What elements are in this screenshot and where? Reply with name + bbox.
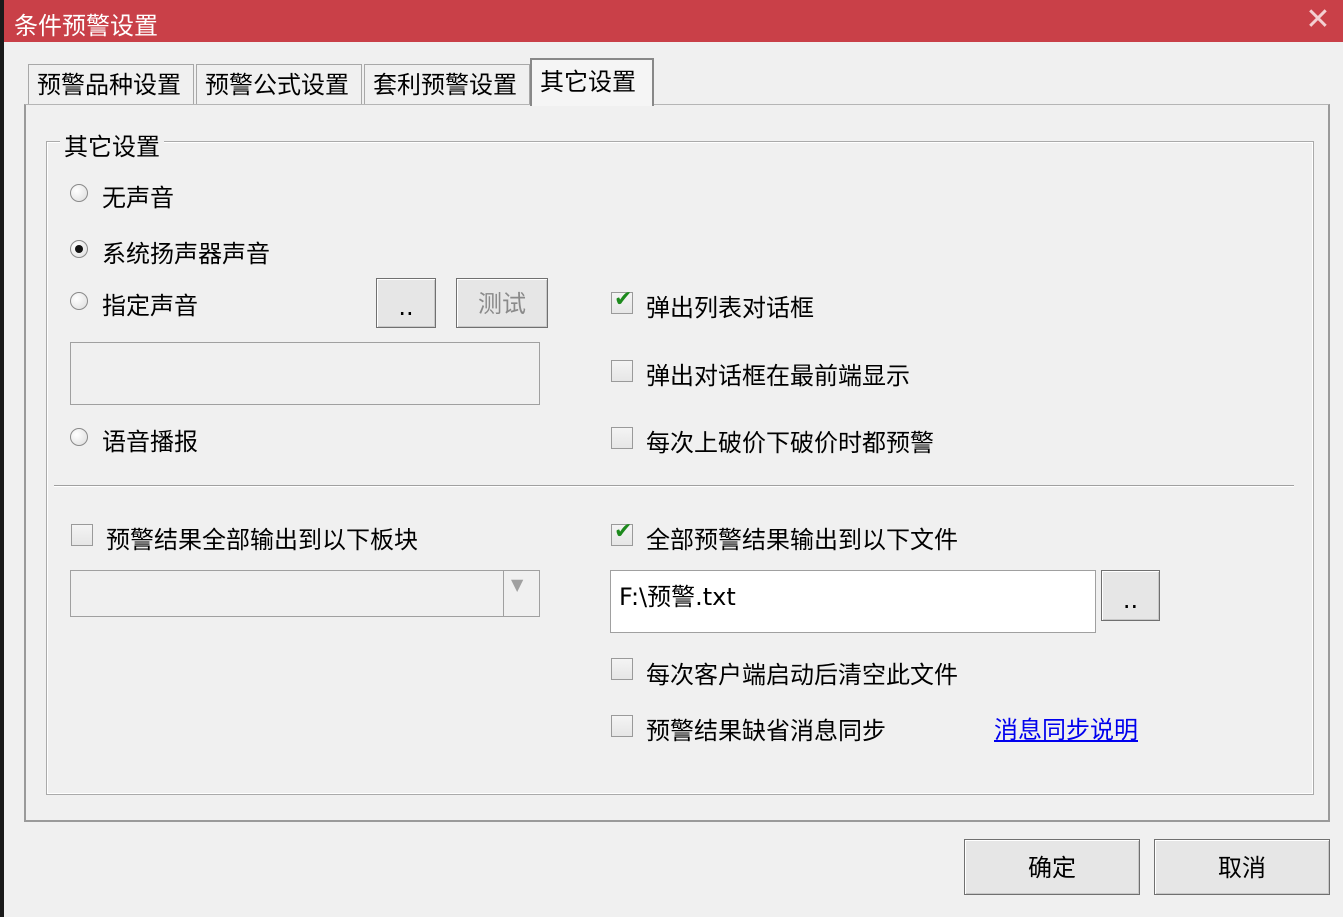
close-icon[interactable]: ✕ <box>1299 2 1337 38</box>
file-browse-button[interactable]: .. <box>1101 570 1160 621</box>
custom-sound-label: 指定声音 <box>102 292 198 320</box>
radio-speech[interactable] <box>70 428 88 446</box>
checkbox-clear-on-start[interactable] <box>611 658 633 680</box>
chevron-down-icon[interactable]: ▼ <box>511 575 523 594</box>
tab-formula-settings[interactable]: 预警公式设置 <box>196 64 362 104</box>
list-dialog-label: 弹出列表对话框 <box>646 294 814 322</box>
separator-line <box>54 485 1294 487</box>
output-file-path-value: F:\预警.txt <box>619 583 736 611</box>
block-select[interactable]: ▼ <box>70 570 540 617</box>
cancel-button[interactable]: 取消 <box>1154 839 1330 895</box>
radio-no-sound[interactable] <box>70 184 88 202</box>
sound-test-button[interactable]: 测试 <box>456 278 548 328</box>
ok-button[interactable]: 确定 <box>964 839 1140 895</box>
group-title: 其它设置 <box>60 127 164 162</box>
default-sync-label: 预警结果缺省消息同步 <box>646 717 886 745</box>
custom-sound-path-field[interactable] <box>70 342 540 405</box>
window-title: 条件预警设置 <box>14 12 158 40</box>
radio-custom-sound[interactable] <box>70 292 88 310</box>
tab-arbitrage-settings[interactable]: 套利预警设置 <box>364 64 530 104</box>
dialog-window: 条件预警设置 ✕ 预警品种设置 预警公式设置 套利预警设置 其它设置 其它设置 … <box>0 0 1343 917</box>
checkbox-default-sync[interactable] <box>611 715 633 737</box>
output-file-path-field[interactable]: F:\预警.txt <box>610 570 1096 633</box>
dialog-topmost-label: 弹出对话框在最前端显示 <box>646 362 910 390</box>
clear-on-start-label: 每次客户端启动后清空此文件 <box>646 661 958 689</box>
checkbox-dialog-topmost[interactable] <box>611 360 633 382</box>
tab-variety-settings[interactable]: 预警品种设置 <box>28 64 194 104</box>
speech-label: 语音播报 <box>102 428 198 456</box>
checkmark-icon: ✔ <box>614 287 633 312</box>
every-break-label: 每次上破价下破价时都预警 <box>646 429 934 457</box>
tab-other-settings[interactable]: 其它设置 <box>530 58 654 106</box>
checkbox-list-dialog[interactable]: ✔ <box>611 287 633 314</box>
checkbox-output-file[interactable]: ✔ <box>611 519 633 546</box>
no-sound-label: 无声音 <box>102 184 174 212</box>
checkbox-output-block[interactable] <box>71 524 93 546</box>
output-file-label: 全部预警结果输出到以下文件 <box>646 526 958 554</box>
select-divider <box>503 571 504 616</box>
checkmark-icon: ✔ <box>614 519 633 544</box>
checkbox-every-break[interactable] <box>611 427 633 449</box>
sync-help-link[interactable]: 消息同步说明 <box>994 710 1138 745</box>
system-speaker-label: 系统扬声器声音 <box>102 240 270 268</box>
output-block-label: 预警结果全部输出到以下板块 <box>106 526 418 554</box>
radio-system-speaker[interactable] <box>70 240 88 258</box>
sound-browse-button[interactable]: .. <box>376 278 436 328</box>
title-bar[interactable]: 条件预警设置 ✕ <box>4 0 1343 42</box>
radio-selected-dot <box>75 245 83 253</box>
